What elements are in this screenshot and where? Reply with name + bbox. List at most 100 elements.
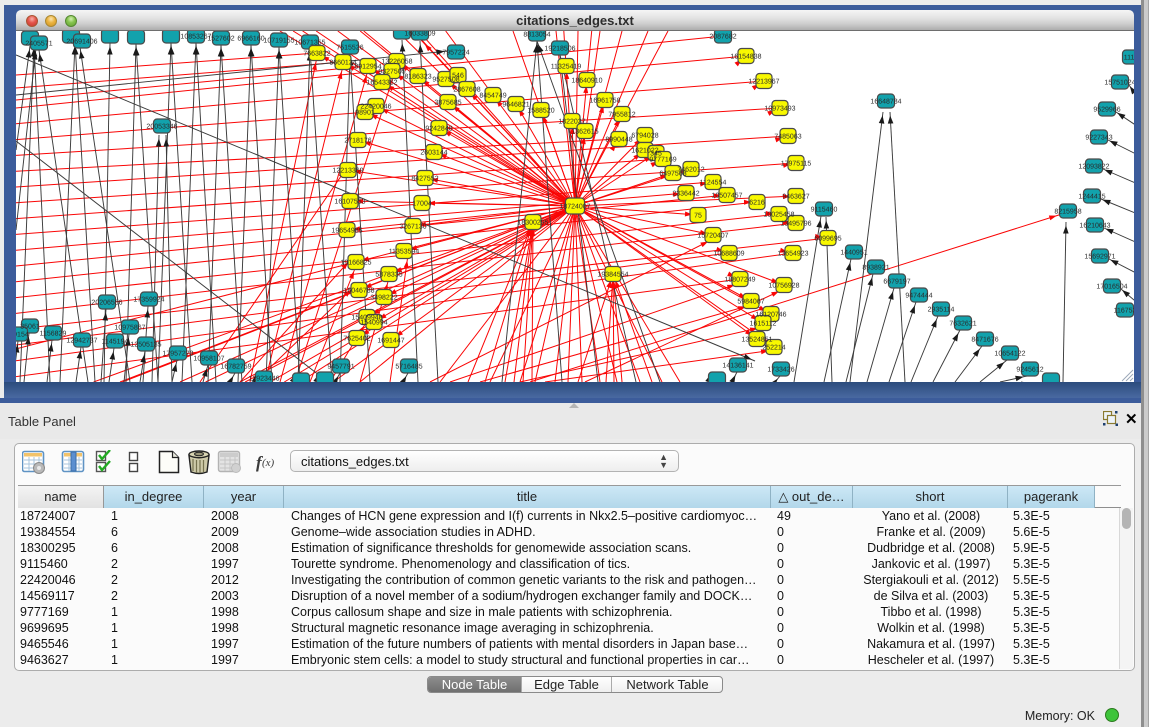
svg-text:18724007: 18724007 xyxy=(559,204,590,211)
svg-text:1440951: 1440951 xyxy=(840,250,867,257)
svg-text:2336442: 2336442 xyxy=(672,191,699,198)
svg-text:15692971: 15692971 xyxy=(1084,254,1115,261)
svg-text:15751024: 15751024 xyxy=(1104,80,1134,87)
svg-text:1156829: 1156829 xyxy=(40,331,67,338)
svg-text:116753: 116753 xyxy=(1114,308,1134,315)
svg-text:(x): (x) xyxy=(262,457,275,469)
svg-text:5878335: 5878335 xyxy=(375,272,402,279)
svg-text:9327505: 9327505 xyxy=(378,69,405,76)
svg-text:12213369: 12213369 xyxy=(332,168,363,175)
svg-text:7955812: 7955812 xyxy=(608,112,635,119)
svg-text:252214: 252214 xyxy=(762,345,785,352)
svg-text:17004: 17004 xyxy=(412,201,432,208)
svg-text:9529966: 9529966 xyxy=(1093,107,1120,114)
svg-text:1145194: 1145194 xyxy=(102,339,129,346)
svg-text:10671355: 10671355 xyxy=(294,40,325,47)
svg-text:1362615: 1362615 xyxy=(571,129,598,136)
svg-text:8186323: 8186323 xyxy=(404,74,431,81)
svg-text:5716485: 5716485 xyxy=(395,364,422,371)
svg-text:1244415: 1244415 xyxy=(1078,194,1105,201)
svg-text:2867608: 2867608 xyxy=(453,87,480,94)
svg-text:9245612: 9245612 xyxy=(1016,367,1043,374)
svg-text:18640910: 18640910 xyxy=(571,78,602,85)
svg-text:18300295: 18300295 xyxy=(517,220,548,227)
svg-text:6679197: 6679197 xyxy=(883,279,910,286)
svg-text:2087682: 2087682 xyxy=(709,34,736,41)
svg-text:17016504: 17016504 xyxy=(1096,284,1127,291)
svg-text:13226058: 13226058 xyxy=(381,59,412,66)
svg-text:10756928: 10756928 xyxy=(768,283,799,290)
svg-text:35061: 35061 xyxy=(20,324,40,331)
svg-text:1691447: 1691447 xyxy=(377,338,404,345)
svg-text:9463627: 9463627 xyxy=(782,194,809,201)
svg-text:16961758: 16961758 xyxy=(589,98,620,105)
svg-text:1822037: 1822037 xyxy=(558,119,585,126)
svg-text:13654923: 13654923 xyxy=(777,251,808,258)
svg-text:8215958: 8215958 xyxy=(1054,209,1081,216)
svg-text:16782759: 16782759 xyxy=(220,364,251,371)
svg-text:2603144: 2603144 xyxy=(420,150,447,157)
svg-text:16107553: 16107553 xyxy=(334,199,365,206)
svg-text:20053346: 20053346 xyxy=(146,124,177,131)
svg-text:9777169: 9777169 xyxy=(649,157,676,164)
svg-text:10688609: 10688609 xyxy=(713,251,744,258)
svg-text:11353594: 11353594 xyxy=(389,249,420,256)
svg-text:16046788: 16046788 xyxy=(343,288,374,295)
svg-text:12942737: 12942737 xyxy=(66,338,97,345)
svg-text:9115460: 9115460 xyxy=(811,207,838,214)
svg-text:8938921: 8938921 xyxy=(862,265,889,272)
svg-text:6794028: 6794028 xyxy=(631,133,658,140)
svg-text:17975115: 17975115 xyxy=(781,161,812,168)
svg-text:10719155: 10719155 xyxy=(263,38,294,45)
svg-text:8660124: 8660124 xyxy=(329,60,356,67)
svg-text:20206556: 20206556 xyxy=(91,300,122,307)
svg-text:75: 75 xyxy=(694,213,702,220)
svg-text:13524851: 13524851 xyxy=(741,337,772,344)
svg-text:9457791: 9457791 xyxy=(327,364,354,371)
svg-text:7663822: 7663822 xyxy=(303,51,330,58)
svg-text:2935114: 2935114 xyxy=(928,307,955,314)
svg-text:19384554: 19384554 xyxy=(597,272,628,279)
svg-text:6966160: 6966160 xyxy=(237,36,264,43)
svg-text:10507457: 10507457 xyxy=(711,193,742,200)
svg-text:1588520: 1588520 xyxy=(527,108,554,115)
svg-text:20691406: 20691406 xyxy=(66,39,97,46)
svg-text:7957224: 7957224 xyxy=(442,50,469,57)
svg-text:7485063: 7485063 xyxy=(774,134,801,141)
svg-text:11325419: 11325419 xyxy=(551,64,582,71)
svg-text:12505135: 12505135 xyxy=(130,342,161,349)
svg-text:39154: 39154 xyxy=(16,332,29,339)
svg-text:10958107: 10958107 xyxy=(193,356,224,363)
svg-text:1527602: 1527602 xyxy=(207,36,234,43)
svg-text:546: 546 xyxy=(452,73,464,80)
svg-text:8990448: 8990448 xyxy=(605,137,632,144)
svg-text:19654985: 19654985 xyxy=(331,228,362,235)
svg-text:9646821: 9646821 xyxy=(502,102,529,109)
svg-text:16154838: 16154838 xyxy=(730,54,761,61)
svg-text:13495796: 13495796 xyxy=(780,221,811,228)
svg-text:10975867: 10975867 xyxy=(114,325,145,332)
svg-text:19218506: 19218506 xyxy=(544,46,575,53)
svg-text:1124554: 1124554 xyxy=(700,180,727,187)
svg-text:1540994: 1540994 xyxy=(360,320,387,327)
svg-text:15720407: 15720407 xyxy=(697,233,728,240)
svg-text:18807249: 18807249 xyxy=(724,277,755,284)
svg-text:2718176: 2718176 xyxy=(344,138,371,145)
svg-text:2405571: 2405571 xyxy=(25,41,52,48)
svg-text:1112: 1112 xyxy=(1124,55,1134,62)
svg-text:10654122: 10654122 xyxy=(994,351,1025,358)
svg-text:9474444: 9474444 xyxy=(905,293,932,300)
svg-text:6099695: 6099695 xyxy=(814,236,841,243)
svg-text:16210643: 16210643 xyxy=(1079,223,1110,230)
svg-text:9227343: 9227343 xyxy=(1085,135,1112,142)
svg-text:7632621: 7632621 xyxy=(949,321,976,328)
svg-text:8427552: 8427552 xyxy=(411,176,438,183)
svg-text:9242848: 9242848 xyxy=(425,126,452,133)
svg-text:7515526: 7515526 xyxy=(336,45,363,52)
svg-text:16120746: 16120746 xyxy=(755,312,786,319)
svg-text:17957273: 17957273 xyxy=(162,351,193,358)
svg-text:16543362: 16543362 xyxy=(366,80,397,87)
svg-text:1733426: 1733426 xyxy=(767,367,794,374)
svg-text:12093822: 12093822 xyxy=(1078,164,1109,171)
svg-text:1615112: 1615112 xyxy=(750,321,777,328)
